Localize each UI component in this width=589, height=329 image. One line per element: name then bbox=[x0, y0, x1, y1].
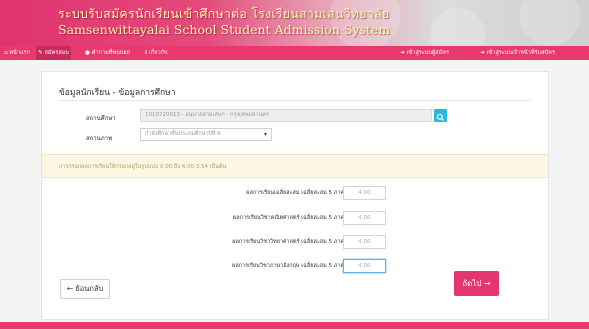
nav-apply[interactable]: ✎ สมัครสอบ bbox=[36, 46, 71, 60]
footer-strip bbox=[0, 322, 589, 329]
nav-about[interactable]: ℹ เกี่ยวกับ bbox=[143, 46, 170, 60]
login-icon: ➜ bbox=[400, 50, 405, 56]
gpa-english-input[interactable]: 4.00 bbox=[343, 259, 386, 273]
next-button[interactable]: ถัดไป → bbox=[454, 271, 499, 296]
grade-format-notice: การกรอกผลการเรียนให้กรอกอยู่ในรูปแบบ 0.0… bbox=[42, 154, 548, 178]
gpa-math-label: ผลการเรียนวิชาคณิตศาสตร์ เฉลี่ยสะสม 5 ภา… bbox=[233, 215, 356, 221]
gpa-english-label: ผลการเรียนวิชาภาษาอังกฤษ เฉลี่ยสะสม 5 ภา… bbox=[232, 263, 356, 269]
login-icon: ➜ bbox=[480, 50, 485, 56]
school-search-button[interactable] bbox=[434, 109, 447, 122]
banner-decoration bbox=[520, 0, 580, 46]
gpa-overall-label: ผลการเรียนเฉลี่ยสะสม เฉลี่ยสะสม 5 ภาคเรี… bbox=[246, 190, 356, 196]
panel-heading: ข้อมูลนักเรียน - ข้อมูลการศึกษา bbox=[59, 88, 176, 98]
nav-faq[interactable]: ● คำถามที่พบบ่อย bbox=[83, 46, 132, 60]
nav-staff-login[interactable]: ➜ เข้าสู่ระบบเจ้าหน้าที่รับสมัคร bbox=[478, 46, 557, 60]
school-field: 1010720013 - อนุบาลสามเสนฯ - กรุงเทพมหาน… bbox=[140, 109, 432, 122]
top-navbar: ⌂ หน้าแรก ✎ สมัครสอบ ● คำถามที่พบบ่อย ℹ … bbox=[0, 46, 589, 60]
school-label: สถานศึกษา bbox=[86, 115, 116, 122]
home-icon: ⌂ bbox=[4, 50, 8, 56]
gpa-science-label: ผลการเรียนวิชาวิทยาศาสตร์ เฉลี่ยสะสม 5 ภ… bbox=[232, 239, 356, 245]
edit-icon: ✎ bbox=[38, 50, 43, 56]
site-title-thai: ระบบรับสมัครนักเรียนเข้าศึกษาต่อ โรงเรีย… bbox=[58, 6, 390, 21]
site-title-english: Samsenwittayalai School Student Admissio… bbox=[58, 22, 391, 37]
notice-text: การกรอกผลการเรียนให้กรอกอยู่ในรูปแบบ 0.0… bbox=[59, 164, 227, 170]
banner-decoration bbox=[430, 8, 485, 46]
heading-divider bbox=[59, 100, 531, 101]
search-icon bbox=[436, 113, 445, 122]
gpa-math-input[interactable]: 4.00 bbox=[343, 211, 386, 225]
question-icon: ● bbox=[85, 50, 90, 56]
header-banner: ระบบรับสมัครนักเรียนเข้าศึกษาต่อ โรงเรีย… bbox=[0, 0, 589, 46]
gpa-overall-input[interactable]: 4.00 bbox=[343, 186, 386, 200]
nav-applicant-login[interactable]: ➜ เข้าสู่ระบบผู้สมัคร bbox=[398, 46, 451, 60]
status-select[interactable]: กำลังศึกษาชั้นประถมศึกษาปีที่ 6 ▾ bbox=[140, 128, 272, 141]
education-info-panel: ข้อมูลนักเรียน - ข้อมูลการศึกษา สถานศึกษ… bbox=[41, 71, 549, 320]
nav-home[interactable]: ⌂ หน้าแรก bbox=[2, 46, 32, 60]
gpa-science-input[interactable]: 4.00 bbox=[343, 235, 386, 249]
caret-down-icon: ▾ bbox=[263, 131, 267, 138]
back-button[interactable]: ← ย้อนกลับ bbox=[60, 279, 110, 299]
status-label: สถานภาพ bbox=[86, 135, 113, 142]
info-icon: ℹ bbox=[145, 50, 148, 56]
